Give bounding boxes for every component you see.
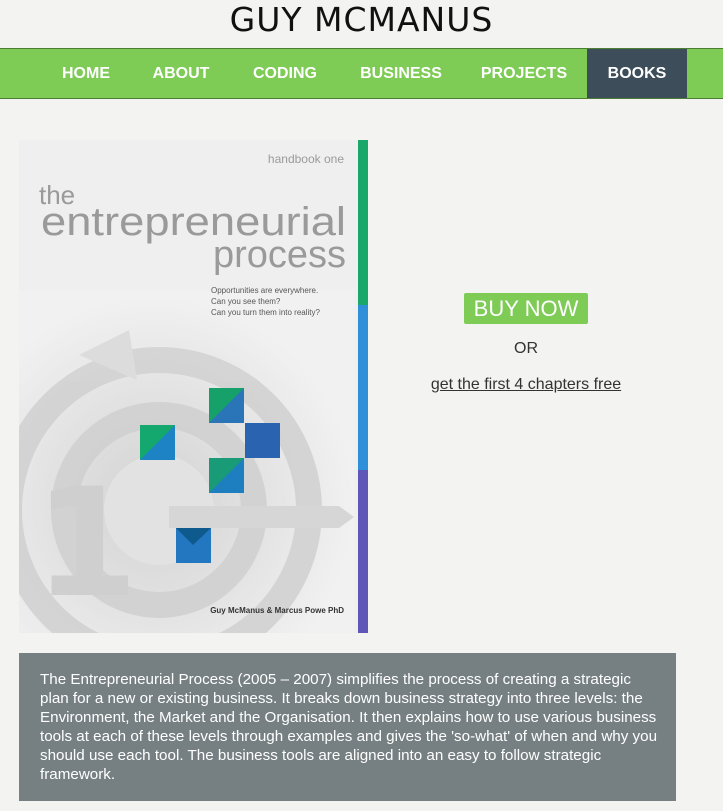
or-separator: OR — [514, 340, 538, 357]
cover-tagline-3: Can you turn them into reality? — [211, 308, 320, 317]
cover-tagline-2: Can you see them? — [211, 297, 281, 306]
site-title: GUY MCMANUS — [229, 0, 494, 39]
main-nav: HOME ABOUT CODING BUSINESS PROJECTS BOOK… — [0, 48, 723, 99]
buy-now-button[interactable]: BUY NOW — [464, 293, 588, 324]
nav-item-books[interactable]: BOOKS — [587, 49, 687, 98]
cover-spine-blue — [358, 305, 368, 470]
nav-item-business[interactable]: BUSINESS — [343, 49, 459, 98]
cover-number: 1 — [34, 457, 138, 631]
nav-item-home[interactable]: HOME — [42, 49, 130, 98]
nav-item-about[interactable]: ABOUT — [135, 49, 227, 98]
book-description: The Entrepreneurial Process (2005 – 2007… — [19, 653, 676, 801]
cover-spine-green — [358, 140, 368, 305]
cover-tagline-1: Opportunities are everywhere. — [211, 286, 318, 295]
nav-item-coding[interactable]: CODING — [232, 49, 338, 98]
cover-series: handbook one — [268, 152, 344, 166]
free-chapters-link[interactable]: get the first 4 chapters free — [396, 376, 656, 394]
cover-spine-purple — [358, 470, 368, 633]
cover-authors: Guy McManus & Marcus Powe PhD — [210, 606, 344, 615]
nav-item-projects[interactable]: PROJECTS — [464, 49, 584, 98]
book-cover[interactable]: 1 handbook one the entrepreneurial proce… — [19, 140, 368, 633]
cover-zoom-bar — [169, 506, 339, 528]
cover-title-line3: process — [213, 234, 346, 276]
